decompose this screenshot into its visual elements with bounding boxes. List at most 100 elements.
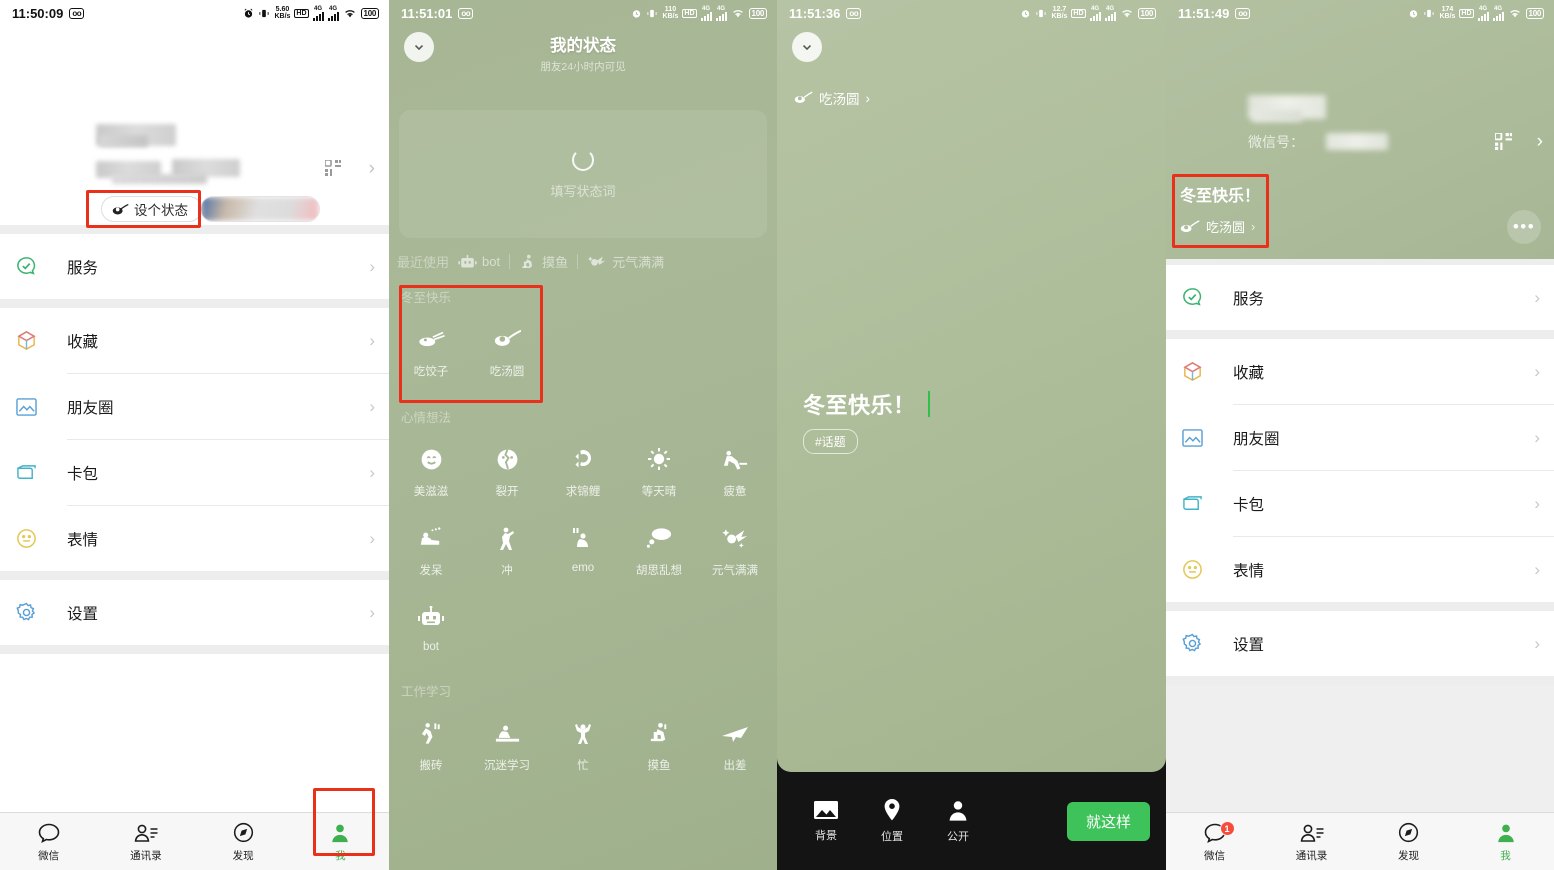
tab-wechat[interactable]: 微信 <box>0 813 97 870</box>
status-option-dumpling[interactable]: 吃饺子 <box>393 306 469 385</box>
status-option-business-trip[interactable]: 出差 <box>697 700 773 779</box>
status-bar-right: 5.60 KB/s HD 4G 4G 100 <box>243 6 379 21</box>
set-status-button[interactable]: 设个状态 <box>101 196 202 222</box>
tangyuan-icon <box>1180 219 1200 234</box>
menu-item-stickers[interactable]: 表情 › <box>0 506 389 571</box>
menu-item-favorites[interactable]: 收藏 › <box>1166 339 1554 404</box>
unread-badge: 1 <box>1219 821 1235 836</box>
signal-2-icon: 4G <box>715 6 727 21</box>
status-option-charge[interactable]: 冲 <box>469 505 545 584</box>
profile-header[interactable]: › 设个状态 <box>0 26 389 228</box>
confirm-button[interactable]: 就这样 <box>1066 801 1150 841</box>
divider <box>577 254 579 269</box>
network-speed: 174 KB/s <box>1439 6 1456 20</box>
status-option-cracked[interactable]: 裂开 <box>469 426 545 505</box>
tangyuan-icon <box>112 203 129 216</box>
section-title: 工作学习 <box>401 685 452 699</box>
status-option-emo[interactable]: emo <box>545 505 621 584</box>
status-option-sunny[interactable]: 等天晴 <box>621 426 697 505</box>
toolbar-background-button[interactable]: 背景 <box>793 799 859 843</box>
status-section-mood: 心情想法 美滋滋 裂开 求锦鲤 等天晴 疲惫 发呆 冲 emo 胡思乱想 元气满… <box>389 407 777 659</box>
status-option-study[interactable]: 沉迷学习 <box>469 700 545 779</box>
more-options-button[interactable]: ••• <box>1507 210 1541 244</box>
profile-chevron-icon: › <box>1536 131 1543 152</box>
status-option-overthinking[interactable]: 胡思乱想 <box>621 505 697 584</box>
menu-item-label: 朋友圈 <box>1233 430 1280 448</box>
profile-header[interactable]: 11:51:49 oo 174 KB/s HD 4G 4G 100 微信号： ›… <box>1166 0 1554 259</box>
menu-group-main: 收藏 › 朋友圈 › 卡包 › 表情 › <box>1166 339 1554 602</box>
menu-item-moments[interactable]: 朋友圈 › <box>1166 405 1554 470</box>
status-bar-left: 11:51:01 oo <box>401 6 474 21</box>
current-status-block[interactable]: 冬至快乐！ 吃汤圆 › <box>1180 182 1260 236</box>
collapse-button[interactable] <box>792 32 822 62</box>
menu-group-service: 服务 › <box>1166 265 1554 330</box>
status-option-bricks[interactable]: 搬砖 <box>393 700 469 779</box>
vibrate-icon <box>1423 8 1435 19</box>
tangyuan-icon <box>794 91 813 105</box>
tab-label: 我 <box>335 849 346 862</box>
menu-item-label: 朋友圈 <box>67 399 114 417</box>
status-option-slacking[interactable]: 摸鱼 <box>621 700 697 779</box>
menu-item-cards[interactable]: 卡包 › <box>0 440 389 505</box>
status-grid-mood-row3: bot <box>389 584 777 659</box>
menu-item-label: 卡包 <box>1233 496 1265 514</box>
menu-item-cards[interactable]: 卡包 › <box>1166 471 1554 536</box>
menu-item-stickers[interactable]: 表情 › <box>1166 537 1554 602</box>
status-text-field[interactable]: 冬至快乐！ <box>803 388 930 420</box>
status-section-winter: 冬至快乐 吃饺子 吃汤圆 <box>389 285 777 403</box>
chevron-right-icon: › <box>865 90 871 106</box>
wxid-value-redacted <box>1326 133 1388 150</box>
qr-code-icon[interactable] <box>325 160 341 176</box>
menu-item-favorites[interactable]: 收藏 › <box>0 308 389 373</box>
tired-icon <box>722 444 749 474</box>
status-option-daze[interactable]: 发呆 <box>393 505 469 584</box>
tab-wechat[interactable]: 微信 1 <box>1166 813 1263 870</box>
robot-icon <box>458 254 477 270</box>
tab-contacts[interactable]: 通讯录 <box>97 813 194 870</box>
qr-code-icon[interactable] <box>1495 133 1512 150</box>
status-bar-right: 110 KB/s HD 4G 4G 100 <box>631 6 767 21</box>
status-editor-canvas[interactable]: 11:51:36 oo 12.7 KB/s HD 4G 4G 100 吃汤圆 ›… <box>777 0 1166 772</box>
menu-item-settings[interactable]: 设置 › <box>1166 611 1554 676</box>
menu-item-service[interactable]: 服务 › <box>1166 265 1554 330</box>
status-option-koi[interactable]: 求锦鲤 <box>545 426 621 505</box>
status-word-input[interactable]: 填写状态词 <box>399 110 767 238</box>
menu-group-main: 收藏 › 朋友圈 › 卡包 › 表情 › <box>0 308 389 571</box>
menu-item-moments[interactable]: 朋友圈 › <box>0 374 389 439</box>
menu-item-settings[interactable]: 设置 › <box>0 580 389 645</box>
battery-icon: 100 <box>1525 7 1544 19</box>
status-option-happy[interactable]: 美滋滋 <box>393 426 469 505</box>
topic-chip-button[interactable]: #话题 <box>803 429 858 454</box>
tab-contacts[interactable]: 通讯录 <box>1263 813 1360 870</box>
settings-icon <box>1181 632 1215 655</box>
recent-item-bot[interactable]: bot <box>458 254 500 270</box>
current-status-tag[interactable]: 吃汤圆 › <box>1180 217 1260 236</box>
secondary-pill-redacted[interactable] <box>200 196 320 222</box>
signal-2-icon: 4G <box>327 6 339 21</box>
collapse-button[interactable] <box>404 32 434 62</box>
toolbar-visibility-button[interactable]: 公开 <box>925 799 991 844</box>
menu-item-service[interactable]: 服务 › <box>0 234 389 299</box>
tab-me[interactable]: 我 <box>292 813 389 870</box>
status-option-label: 发呆 <box>419 565 443 577</box>
selected-status-tag[interactable]: 吃汤圆 › <box>794 88 870 108</box>
tab-discover[interactable]: 发现 <box>195 813 292 870</box>
tab-discover[interactable]: 发现 <box>1360 813 1457 870</box>
recent-item-energetic[interactable]: 元气满满 <box>587 252 664 271</box>
status-option-label: 沉迷学习 <box>484 760 530 772</box>
status-bar: 11:51:49 oo 174 KB/s HD 4G 4G 100 <box>1166 0 1554 26</box>
status-option-busy[interactable]: 忙 <box>545 700 621 779</box>
tab-me[interactable]: 我 <box>1457 813 1554 870</box>
alarm-icon <box>243 8 254 19</box>
toolbar-location-button[interactable]: 位置 <box>859 798 925 844</box>
status-option-energetic[interactable]: 元气满满 <box>697 505 773 584</box>
section-title: 心情想法 <box>401 411 452 425</box>
chevron-right-icon: › <box>1534 361 1540 381</box>
status-option-tangyuan[interactable]: 吃汤圆 <box>469 306 545 385</box>
moments-icon <box>1181 428 1215 448</box>
menu-item-label: 服务 <box>67 259 99 277</box>
menu-gap-2 <box>1166 330 1554 339</box>
status-option-tired[interactable]: 疲惫 <box>697 426 773 505</box>
status-option-bot[interactable]: bot <box>393 584 469 659</box>
recent-item-slacking[interactable]: 摸鱼 <box>519 252 568 271</box>
